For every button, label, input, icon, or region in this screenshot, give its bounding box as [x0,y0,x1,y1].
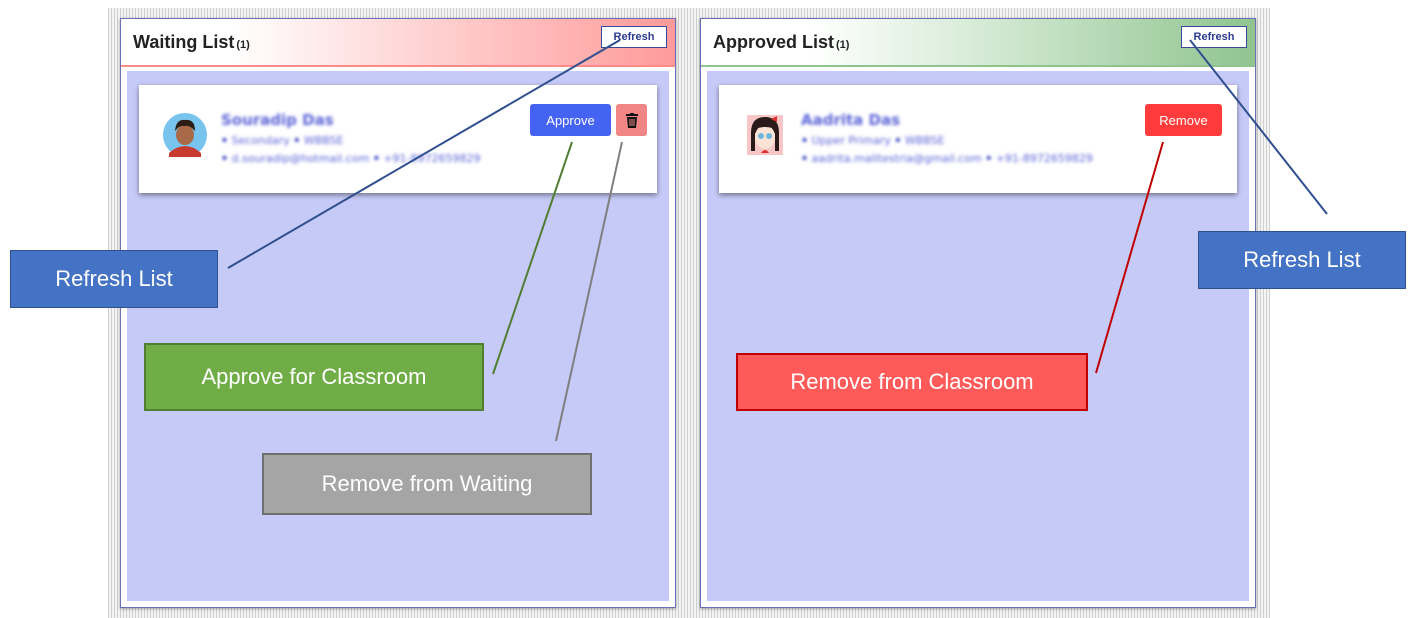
student-avatar-icon [163,113,207,157]
approved-list-panel: Approved List (1) Refresh Aadrita Das • U… [700,18,1256,608]
approved-student-level: Upper Primary [811,134,891,147]
waiting-student-email: d.souradip@hotmail.com [231,152,370,165]
callout-refresh-list-left: Refresh List [10,250,218,308]
waiting-student-card: Souradip Das • Secondary • WBBSE • d.sou… [139,85,657,193]
waiting-student-contact-line: • d.souradip@hotmail.com • +91-897265982… [221,152,481,165]
approved-student-level-line: • Upper Primary • WBBSE [801,134,945,147]
waiting-refresh-button[interactable]: Refresh [601,26,667,48]
approved-student-contact-line: • aadrita.malitestria@gmail.com • +91-89… [801,152,1093,165]
callout-approve-for-classroom: Approve for Classroom [144,343,484,411]
waiting-student-board: WBBSE [303,134,344,147]
trash-icon [625,112,638,128]
waiting-student-name: Souradip Das [221,111,334,129]
waiting-student-phone: +91-8972659829 [383,152,481,165]
approved-list-body: Aadrita Das • Upper Primary • WBBSE • aa… [707,71,1249,601]
approved-student-phone: +91-8972659829 [995,152,1093,165]
callout-remove-from-classroom: Remove from Classroom [736,353,1088,411]
callout-remove-from-waiting: Remove from Waiting [262,453,592,515]
approved-student-name: Aadrita Das [801,111,901,129]
callout-refresh-list-right: Refresh List [1198,231,1406,289]
delete-waiting-button[interactable] [616,104,647,136]
waiting-list-count: (1) [236,39,250,51]
approved-student-email: aadrita.malitestria@gmail.com [811,152,982,165]
approved-list-title-text: Approved List [713,32,835,52]
student-avatar-icon [747,115,783,155]
approve-button[interactable]: Approve [530,104,611,136]
waiting-list-panel: Waiting List (1) Refresh Souradip Das • S… [120,18,676,608]
approved-student-card: Aadrita Das • Upper Primary • WBBSE • aa… [719,85,1237,193]
waiting-list-body: Souradip Das • Secondary • WBBSE • d.sou… [127,71,669,601]
waiting-list-title: Waiting List (1) [133,32,250,53]
approved-refresh-button[interactable]: Refresh [1181,26,1247,48]
approved-list-title: Approved List (1) [713,32,849,53]
approved-student-board: WBBSE [904,134,945,147]
waiting-list-title-text: Waiting List [133,32,235,52]
waiting-list-header: Waiting List (1) Refresh [121,19,675,67]
remove-button[interactable]: Remove [1145,104,1222,136]
approved-list-header: Approved List (1) Refresh [701,19,1255,67]
approved-list-count: (1) [836,39,850,51]
waiting-student-level-line: • Secondary • WBBSE [221,134,344,147]
waiting-student-level: Secondary [231,134,290,147]
